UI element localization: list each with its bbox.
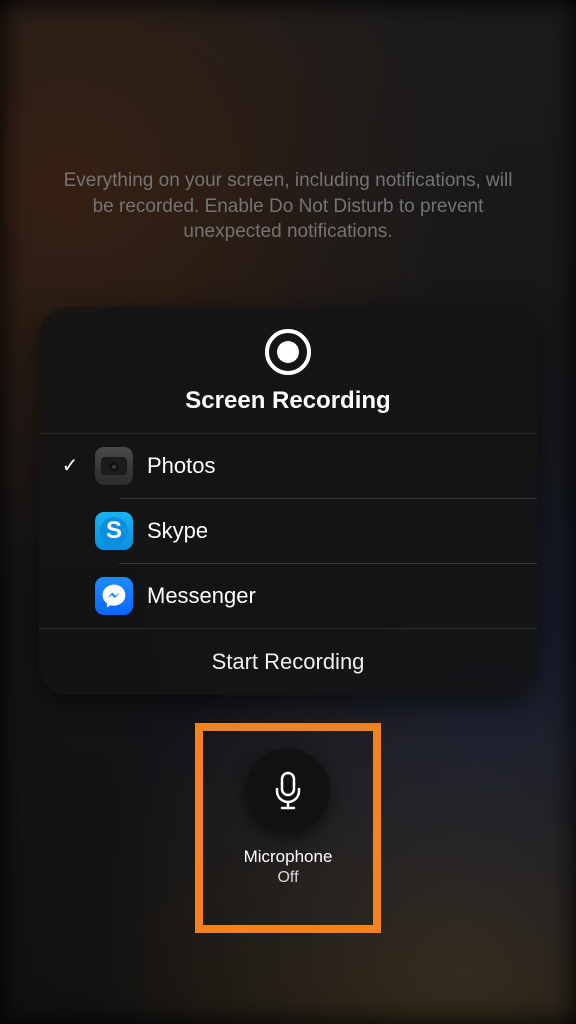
photos-icon: [95, 447, 133, 485]
panel-title: Screen Recording: [185, 387, 390, 415]
app-label: Photos: [147, 453, 216, 479]
microphone-label: Microphone: [244, 847, 333, 867]
app-label: Messenger: [147, 583, 256, 609]
destination-list: ✓ Photos S Skype Messenger: [39, 434, 537, 628]
record-icon: [265, 329, 311, 375]
app-option-photos[interactable]: ✓ Photos: [39, 434, 537, 498]
microphone-state: Off: [277, 869, 298, 887]
microphone-toggle-button[interactable]: [246, 749, 330, 833]
app-label: Skype: [147, 518, 208, 544]
messenger-icon: [95, 577, 133, 615]
screen-recording-panel: Screen Recording ✓ Photos S Skype: [39, 307, 537, 695]
app-option-skype[interactable]: S Skype: [39, 499, 537, 563]
recording-notice: Everything on your screen, including not…: [58, 168, 518, 245]
microphone-highlight-box: Microphone Off: [195, 723, 381, 933]
start-recording-button[interactable]: Start Recording: [39, 629, 537, 695]
app-option-messenger[interactable]: Messenger: [39, 564, 537, 628]
microphone-icon: [271, 771, 305, 811]
checkmark-icon: ✓: [55, 453, 85, 478]
skype-icon: S: [95, 512, 133, 550]
